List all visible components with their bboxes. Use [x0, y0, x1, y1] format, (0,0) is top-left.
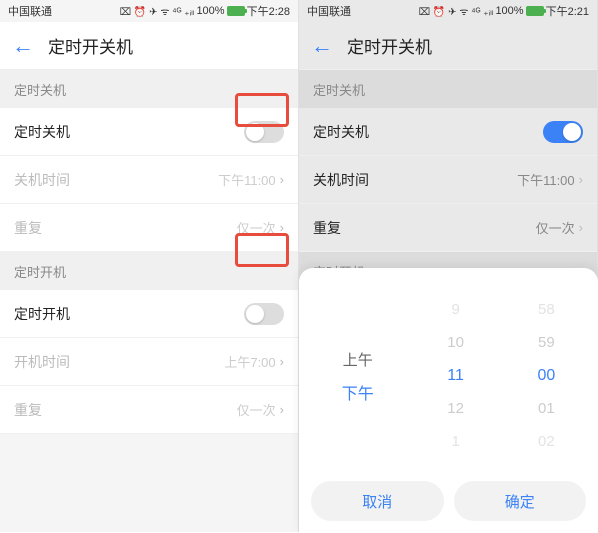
row-label: 定时关机	[14, 122, 70, 142]
section-header-off: 定时关机	[0, 70, 298, 108]
picker-wheels[interactable]: 上午 下午 9 10 11 12 1 58 59 00 01 02	[305, 276, 592, 475]
row-scheduled-off-toggle[interactable]: 定时关机	[0, 108, 298, 156]
toggle-scheduled-on[interactable]	[244, 303, 284, 325]
wheel-item-selected[interactable]: 下午	[342, 380, 374, 404]
chevron-right-icon: ›	[579, 172, 583, 187]
chevron-right-icon: ›	[280, 220, 284, 235]
ok-button[interactable]: 确定	[454, 481, 587, 521]
row-scheduled-off-toggle[interactable]: 定时关机	[299, 108, 597, 156]
wheel-item-selected[interactable]: 11	[447, 364, 464, 388]
toggle-scheduled-off[interactable]	[543, 121, 583, 143]
status-icons: ⌧ ⏰ ✈ ᯤ ⁴ᴳ ₊ᵢₗₗ	[120, 4, 195, 18]
wheel-item[interactable]: 上午	[343, 347, 373, 371]
carrier-label: 中国联通	[8, 3, 52, 19]
row-label: 关机时间	[313, 170, 369, 190]
row-label: 关机时间	[14, 170, 70, 190]
row-off-repeat[interactable]: 重复 仅一次 ›	[299, 204, 597, 252]
wheel-item[interactable]: 59	[538, 331, 555, 355]
row-value: 下午11:00	[218, 170, 276, 189]
wheel-item[interactable]: 01	[538, 397, 555, 421]
status-bar: 中国联通 ⌧ ⏰ ✈ ᯤ ⁴ᴳ ₊ᵢₗₗ 100% 下午2:21	[299, 0, 597, 22]
chevron-right-icon: ›	[280, 172, 284, 187]
row-label: 定时开机	[14, 304, 70, 324]
row-value: 仅一次	[536, 218, 575, 237]
cancel-button[interactable]: 取消	[311, 481, 444, 521]
wheel-item[interactable]: 02	[538, 430, 555, 454]
wheel-minute[interactable]: 58 59 00 01 02	[537, 298, 555, 454]
status-right: ⌧ ⏰ ✈ ᯤ ⁴ᴳ ₊ᵢₗₗ 100% 下午2:28	[120, 3, 290, 19]
section-header-on: 定时开机	[0, 252, 298, 290]
wheel-item-selected[interactable]: 00	[537, 364, 555, 388]
time-picker-dialog: 上午 下午 9 10 11 12 1 58 59 00 01 02 取消 确定	[299, 268, 598, 533]
title-bar: ← 定时开关机	[299, 22, 597, 70]
battery-pct: 100%	[495, 5, 523, 17]
battery-icon	[526, 6, 544, 16]
battery-pct: 100%	[196, 5, 224, 17]
back-icon[interactable]: ←	[311, 33, 333, 59]
carrier-label: 中国联通	[307, 3, 351, 19]
row-label: 定时关机	[313, 122, 369, 142]
row-on-repeat: 重复 仅一次 ›	[0, 386, 298, 434]
chevron-right-icon: ›	[280, 354, 284, 369]
wheel-item[interactable]: 58	[538, 298, 555, 322]
status-icons: ⌧ ⏰ ✈ ᯤ ⁴ᴳ ₊ᵢₗₗ	[419, 4, 494, 18]
row-off-time[interactable]: 关机时间 下午11:00 ›	[299, 156, 597, 204]
wheel-hour[interactable]: 9 10 11 12 1	[447, 298, 464, 454]
clock: 下午2:28	[247, 3, 290, 19]
wheel-ampm[interactable]: 上午 下午	[342, 347, 374, 404]
status-bar: 中国联通 ⌧ ⏰ ✈ ᯤ ⁴ᴳ ₊ᵢₗₗ 100% 下午2:28	[0, 0, 298, 22]
section-header-off: 定时关机	[299, 70, 597, 108]
page-title: 定时开关机	[347, 33, 432, 58]
wheel-item[interactable]: 12	[447, 397, 464, 421]
battery-icon	[227, 6, 245, 16]
page-title: 定时开关机	[48, 33, 133, 58]
row-scheduled-on-toggle[interactable]: 定时开机	[0, 290, 298, 338]
title-bar: ← 定时开关机	[0, 22, 298, 70]
row-value: 上午7:00	[224, 352, 275, 371]
wheel-item[interactable]: 10	[447, 331, 464, 355]
row-on-time: 开机时间 上午7:00 ›	[0, 338, 298, 386]
status-right: ⌧ ⏰ ✈ ᯤ ⁴ᴳ ₊ᵢₗₗ 100% 下午2:21	[419, 3, 589, 19]
chevron-right-icon: ›	[280, 402, 284, 417]
toggle-scheduled-off[interactable]	[244, 121, 284, 143]
row-value: 仅一次	[237, 218, 276, 237]
wheel-item[interactable]: 9	[451, 298, 459, 322]
back-icon[interactable]: ←	[12, 33, 34, 59]
row-label: 开机时间	[14, 352, 70, 372]
row-label: 重复	[313, 218, 341, 238]
row-off-repeat: 重复 仅一次 ›	[0, 204, 298, 252]
row-label: 重复	[14, 218, 42, 238]
screen-left: 中国联通 ⌧ ⏰ ✈ ᯤ ⁴ᴳ ₊ᵢₗₗ 100% 下午2:28 ← 定时开关机…	[0, 0, 299, 532]
row-label: 重复	[14, 400, 42, 420]
row-value: 下午11:00	[517, 170, 575, 189]
row-off-time: 关机时间 下午11:00 ›	[0, 156, 298, 204]
picker-buttons: 取消 确定	[305, 475, 592, 521]
chevron-right-icon: ›	[579, 220, 583, 235]
row-value: 仅一次	[237, 400, 276, 419]
wheel-item[interactable]: 1	[451, 430, 459, 454]
clock: 下午2:21	[546, 3, 589, 19]
